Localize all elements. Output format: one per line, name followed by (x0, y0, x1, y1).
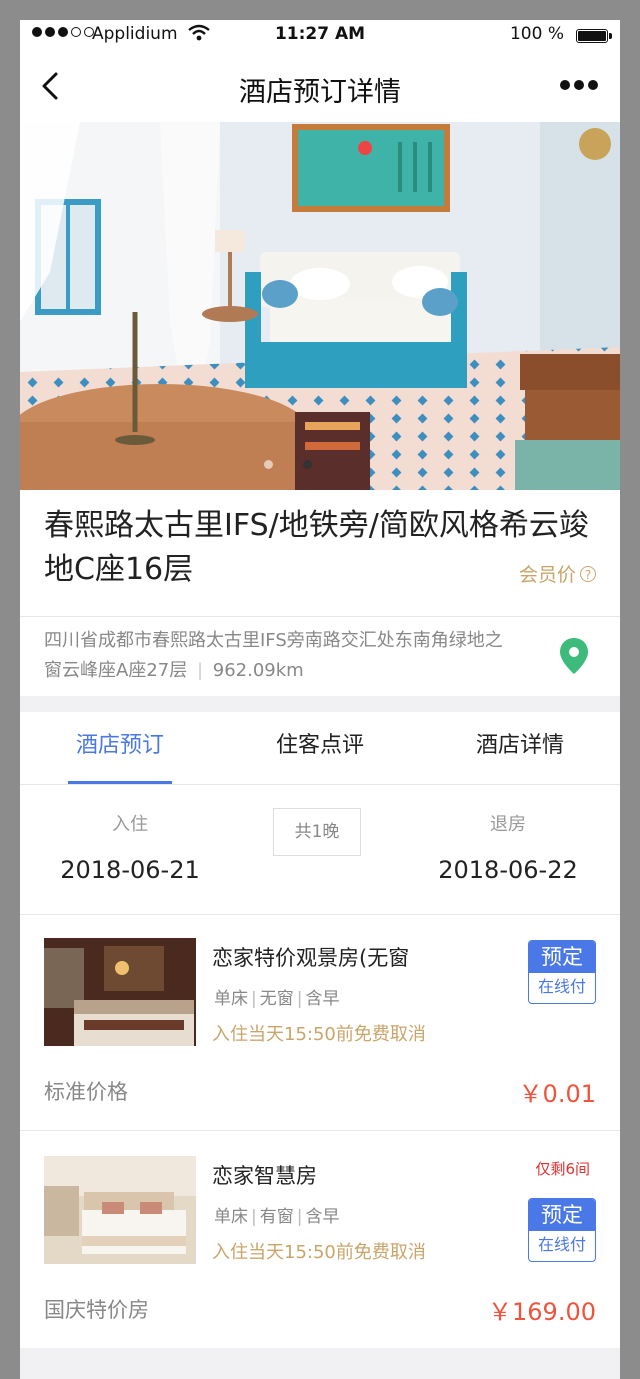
room-photo[interactable] (44, 938, 196, 1046)
checkin-date: 2018-06-21 (60, 856, 200, 884)
checkout-date: 2018-06-22 (438, 856, 578, 884)
divider (20, 784, 620, 785)
room-photo[interactable] (44, 1156, 196, 1264)
divider (20, 616, 620, 617)
room-tag: 含早 (305, 989, 340, 1009)
pager-dot-active[interactable] (303, 460, 312, 469)
checkout-block[interactable]: 退房 2018-06-22 (398, 810, 618, 884)
book-button[interactable]: 预定 在线付 (528, 1198, 596, 1262)
navigation-bar: 酒店预订详情 (20, 50, 620, 122)
room-tag: 单床 (214, 1207, 248, 1227)
room-price: ￥0.01 (518, 1080, 596, 1108)
battery-percent: 100 % (509, 24, 564, 44)
pager-dot[interactable] (264, 460, 273, 469)
room-price: ￥169.00 (488, 1298, 596, 1326)
phone-screen: Applidium 11:27 AM 100 % 酒店预订详情 春熙路太古里IF… (20, 20, 620, 1379)
book-button-label: 预定 (529, 1199, 595, 1231)
carousel-pager (264, 460, 312, 469)
more-dots-icon[interactable] (560, 80, 598, 90)
hotel-address[interactable]: 四川省成都市春熙路太古里IFS旁南路交汇处东南角绿地之窗云峰座A座27层 | 9… (44, 626, 514, 686)
tab-hotel-booking[interactable]: 酒店预订 (20, 712, 220, 784)
page-title: 酒店预订详情 (239, 77, 401, 108)
address-separator: | (196, 660, 204, 681)
hotel-photo[interactable] (20, 122, 620, 490)
section-gap (20, 696, 620, 712)
room-tag: 无窗 (259, 989, 294, 1009)
divider (20, 914, 620, 915)
checkout-label: 退房 (490, 814, 526, 835)
room-tag: 有窗 (259, 1207, 294, 1227)
book-button-label: 预定 (529, 941, 595, 973)
tab-guest-reviews[interactable]: 住客点评 (220, 712, 420, 784)
room-name: 恋家特价观景房(无窗 (212, 946, 410, 970)
room-tag: 单床 (214, 989, 248, 1009)
room-tags: 单床 | 有窗 | 含早 (214, 1207, 340, 1227)
room-photo-illustration (20, 122, 620, 490)
location-pin-icon[interactable] (558, 636, 590, 676)
price-label: 标准价格 (44, 1080, 128, 1104)
pay-online-label: 在线付 (537, 1235, 586, 1254)
room-tags: 单床 | 无窗 | 含早 (214, 989, 340, 1009)
checkin-label: 入住 (112, 814, 148, 835)
nights-count: 共1晚 (273, 808, 361, 856)
status-bar: Applidium 11:27 AM 100 % (20, 20, 620, 50)
rooms-remaining: 仅剩6间 (535, 1160, 590, 1178)
battery-icon (576, 29, 612, 43)
member-price-label: 会员价 (518, 564, 576, 586)
tab-hotel-details[interactable]: 酒店详情 (420, 712, 620, 784)
checkin-block[interactable]: 入住 2018-06-21 (20, 810, 240, 884)
tab-bar: 酒店预订 住客点评 酒店详情 (20, 712, 620, 784)
member-price-link[interactable]: 会员价 ? (519, 560, 596, 587)
room-name: 恋家智慧房 (212, 1164, 317, 1188)
question-circle-icon[interactable]: ? (580, 565, 596, 582)
pay-online-label: 在线付 (537, 977, 586, 996)
price-label: 国庆特价房 (44, 1298, 149, 1322)
book-button[interactable]: 预定 在线付 (528, 940, 596, 1004)
divider (20, 1130, 620, 1131)
cancel-policy: 入住当天15:50前免费取消 (212, 1242, 426, 1263)
room-tag: 含早 (305, 1207, 340, 1227)
cancel-policy: 入住当天15:50前免费取消 (212, 1024, 426, 1045)
distance: 962.09km (212, 660, 304, 681)
bottom-gap (20, 1348, 620, 1379)
